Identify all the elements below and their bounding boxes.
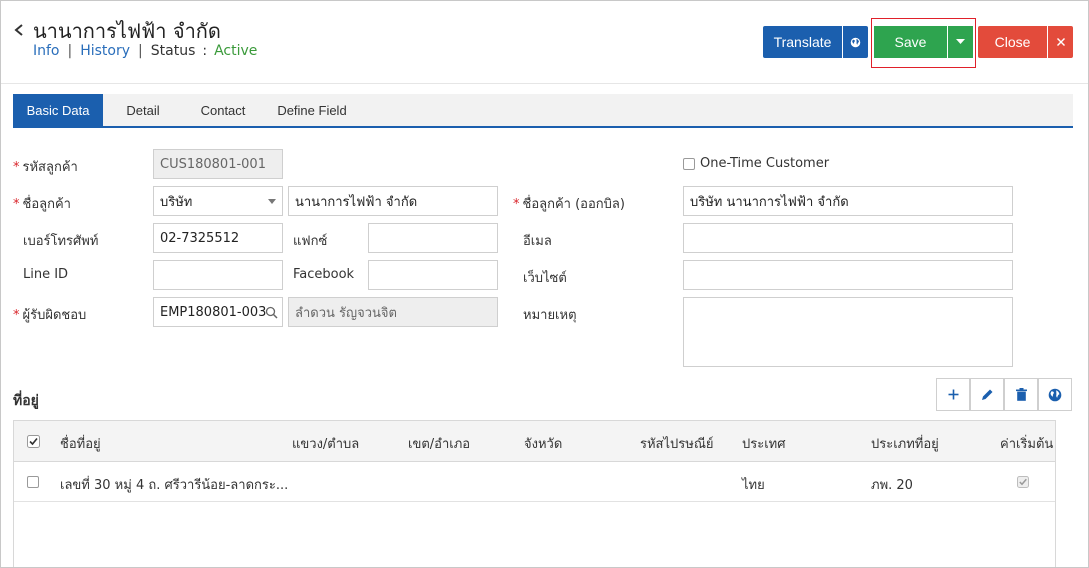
tab-contact[interactable]: Contact [189, 94, 257, 126]
tab-basic-data[interactable]: Basic Data [13, 94, 103, 126]
remark-label: หมายเหตุ [523, 308, 577, 323]
delete-address-button[interactable] [1004, 378, 1038, 411]
required-mark: * [13, 308, 20, 323]
customer-name-input[interactable]: นานาการไฟฟ้า จำกัด [288, 186, 498, 216]
plus-icon [948, 389, 958, 400]
status-value: Active [214, 43, 258, 59]
column-header-province[interactable]: จังหวัด [524, 433, 562, 454]
customer-code-label: * รหัสลูกค้า [13, 160, 78, 175]
remark-textarea[interactable] [683, 297, 1013, 367]
row-checkbox[interactable] [27, 476, 39, 488]
required-mark: * [13, 197, 20, 212]
address-type-cell: ภพ. 20 [871, 478, 913, 493]
column-header-district[interactable]: เขต/อำเภอ [408, 433, 470, 454]
phone-label: เบอร์โทรศัพท์ [23, 234, 99, 249]
column-header-country[interactable]: ประเทศ [742, 433, 785, 454]
add-address-button[interactable] [936, 378, 970, 411]
save-button[interactable]: Save [874, 26, 947, 58]
chevron-left-icon[interactable] [12, 19, 26, 41]
fax-label: แฟกซ์ [293, 234, 328, 249]
address-table: ชื่อที่อยู่ แขวง/ตำบล เขต/อำเภอ จังหวัด … [13, 420, 1056, 567]
edit-address-button[interactable] [970, 378, 1004, 411]
status-label: Status [150, 43, 196, 59]
responsible-code-value: EMP180801-003 [160, 304, 267, 320]
facebook-label: Facebook [293, 267, 355, 282]
facebook-input[interactable] [368, 260, 498, 290]
address-section-title: ที่อยู่ [13, 393, 39, 409]
website-label: เว็บไซต์ [523, 271, 567, 286]
phone-input[interactable]: 02-7325512 [153, 223, 283, 253]
header-divider [1, 83, 1088, 84]
website-input[interactable] [683, 260, 1013, 290]
tab-bar: Basic Data Detail Contact Define Field [13, 94, 1073, 128]
trash-icon [1015, 388, 1027, 401]
tab-define-field[interactable]: Define Field [271, 94, 353, 126]
translate-language-button[interactable] [843, 26, 868, 58]
customer-type-select[interactable]: บริษัท [153, 186, 283, 216]
address-table-header: ชื่อที่อยู่ แขวง/ตำบล เขต/อำเภอ จังหวัด … [14, 421, 1055, 462]
globe-icon [850, 37, 861, 47]
search-icon[interactable] [265, 306, 278, 319]
tab-detail[interactable]: Detail [113, 94, 173, 126]
map-address-button[interactable] [1038, 378, 1072, 411]
column-header-address-type[interactable]: ประเภทที่อยู่ [871, 433, 939, 454]
column-header-subdistrict[interactable]: แขวง/ตำบล [292, 433, 359, 454]
save-options-button[interactable] [948, 26, 973, 58]
column-header-address-name[interactable]: ชื่อที่อยู่ [60, 433, 101, 454]
responsible-code-input[interactable]: EMP180801-003 [153, 297, 283, 327]
close-button[interactable]: Close [978, 26, 1047, 58]
email-label: อีเมล [523, 234, 552, 249]
address-name-cell: เลขที่ 30 หมู่ 4 ถ. ศรีวารีน้อย-ลาดกระ..… [60, 478, 289, 493]
one-time-customer-checkbox[interactable] [683, 158, 695, 170]
pencil-icon [981, 389, 992, 400]
history-link[interactable]: History [80, 43, 130, 59]
one-time-customer-label: One-Time Customer [700, 156, 830, 171]
customer-type-value: บริษัท [160, 194, 193, 210]
column-header-default[interactable]: ค่าเริ่มต้น [1000, 433, 1053, 454]
column-header-postcode[interactable]: รหัสไปรษณีย์ [640, 433, 714, 454]
table-row[interactable]: เลขที่ 30 หมู่ 4 ถ. ศรีวารีน้อย-ลาดกระ..… [14, 462, 1055, 502]
select-all-checkbox[interactable] [27, 435, 40, 448]
fax-input[interactable] [368, 223, 498, 253]
header-subline: Info | History | Status : Active [33, 43, 257, 59]
default-checkbox-checked [1017, 476, 1029, 488]
separator: | [138, 43, 143, 59]
separator: | [67, 43, 73, 59]
caret-down-icon [956, 39, 965, 44]
customer-name-label: * ชื่อลูกค้า [13, 197, 71, 212]
line-id-input[interactable] [153, 260, 283, 290]
close-x-button[interactable] [1048, 26, 1073, 58]
globe-icon [1048, 388, 1062, 401]
status-colon: : [202, 43, 208, 59]
email-input[interactable] [683, 223, 1013, 253]
close-icon [1056, 38, 1065, 46]
billing-name-input[interactable]: บริษัท นานาการไฟฟ้า จำกัด [683, 186, 1013, 216]
customer-code-field: CUS180801-001 [153, 149, 283, 179]
line-id-label: Line ID [23, 267, 69, 282]
required-mark: * [513, 197, 520, 212]
billing-name-label: * ชื่อลูกค้า (ออกบิล) [513, 197, 625, 212]
required-mark: * [13, 160, 20, 175]
customer-form-window: นานาการไฟฟ้า จำกัด Info | History | Stat… [0, 0, 1089, 568]
info-link[interactable]: Info [33, 43, 60, 59]
country-cell: ไทย [742, 478, 765, 493]
responsible-label: * ผู้รับผิดชอบ [13, 308, 87, 323]
responsible-name-field: ลำดวน รัญจวนจิต [288, 297, 498, 327]
translate-button[interactable]: Translate [763, 26, 842, 58]
caret-down-icon [268, 199, 276, 204]
